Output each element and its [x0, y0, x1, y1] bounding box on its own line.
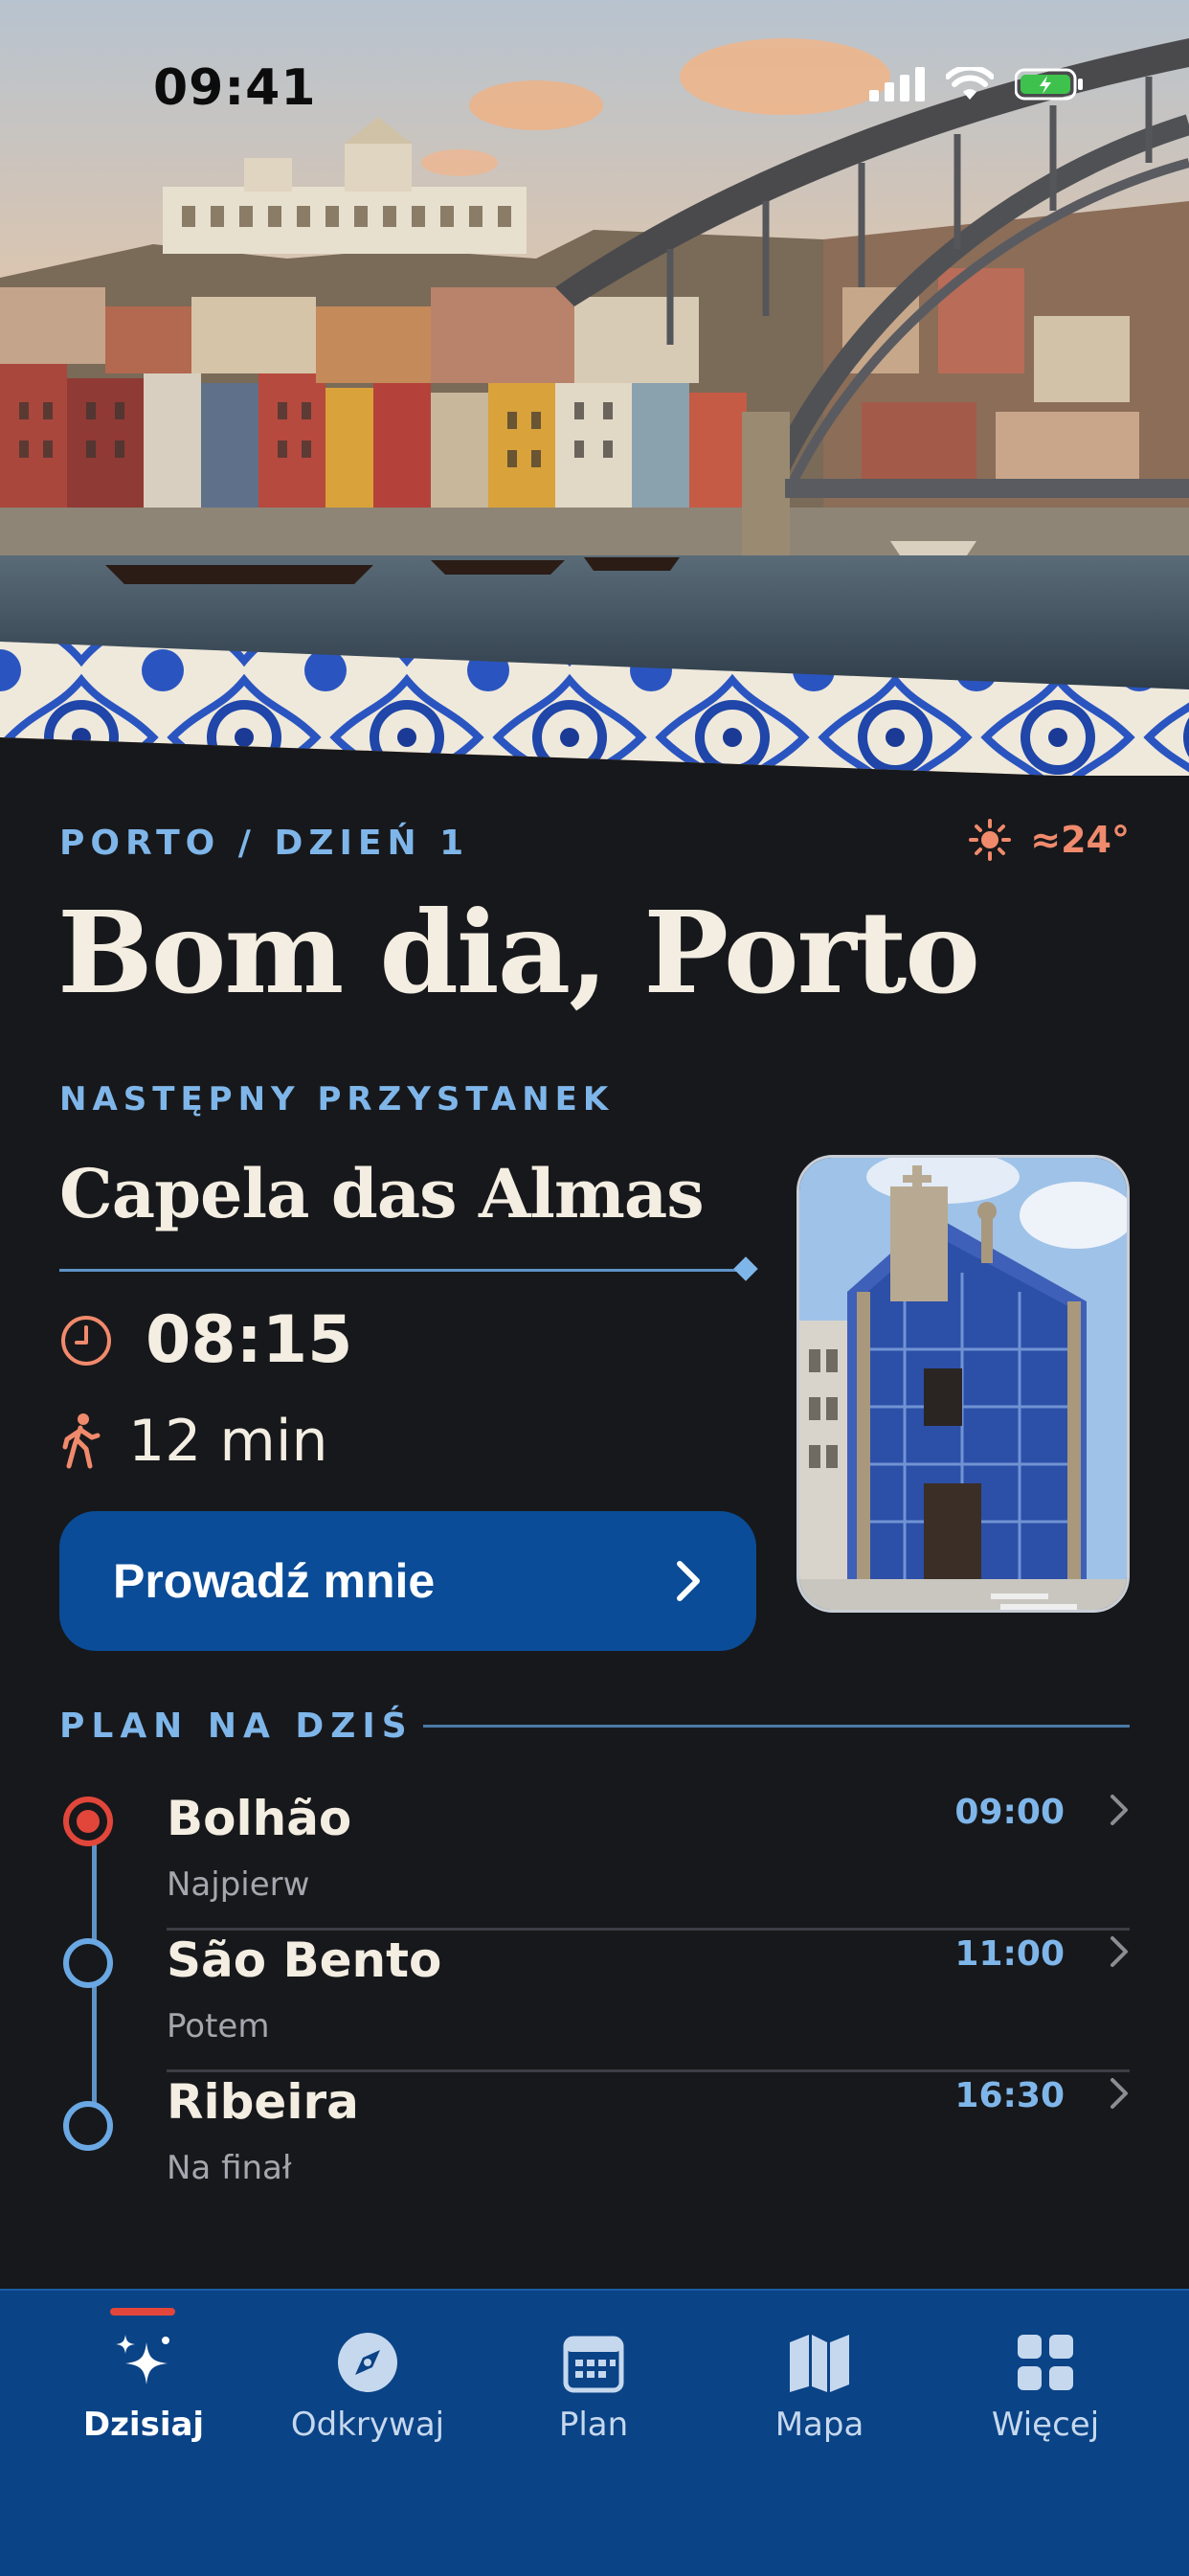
greeting-title: Bom dia, Porto: [57, 886, 980, 1019]
battery-icon: [1015, 68, 1083, 101]
next-stop-title[interactable]: Capela das Almas: [59, 1154, 705, 1233]
compass-icon: [338, 2333, 397, 2392]
weather-indicator[interactable]: ≈24°: [969, 819, 1130, 861]
plan-stop-time: 16:30: [954, 2076, 1065, 2115]
timeline-dot-active: [63, 1796, 113, 1846]
signal-icon: [869, 67, 925, 102]
trip-eyebrow: PORTO / DZIEŃ 1: [59, 824, 470, 863]
next-stop-time: 08:15: [146, 1302, 353, 1378]
chevron-right-icon: [1110, 1936, 1128, 1967]
guide-me-label: Prowadź mnie: [113, 1554, 436, 1608]
plan-label: PLAN NA DZIŚ: [59, 1706, 414, 1746]
divider: [59, 1269, 741, 1272]
plan-stop-time: 09:00: [954, 1793, 1065, 1832]
plan-stop-name: São Bento: [167, 1932, 442, 1988]
next-stop-photo[interactable]: [796, 1155, 1130, 1613]
timeline-dot: [63, 1938, 113, 1988]
chevron-right-icon: [1110, 2078, 1128, 2109]
sparkles-icon: [116, 2335, 169, 2384]
plan-stop-sub: Na finał: [167, 2149, 292, 2187]
tab-discover-label: Odkrywaj: [290, 2406, 445, 2444]
tab-plan-label: Plan: [558, 2406, 629, 2444]
chevron-right-icon: [677, 1561, 700, 1601]
clock-icon: [61, 1315, 111, 1366]
walk-icon: [62, 1413, 101, 1469]
active-tab-indicator: [110, 2308, 175, 2316]
plan-stop-name: Ribeira: [167, 2074, 359, 2130]
calendar-icon: [563, 2336, 624, 2393]
guide-me-button[interactable]: Prowadź mnie: [59, 1511, 756, 1651]
tab-today[interactable]: Dzisiaj: [48, 2329, 239, 2444]
wifi-icon: [946, 67, 994, 100]
plan-stop-item[interactable]: Ribeira Na finał 16:30: [59, 2063, 1130, 2204]
plan-stop-sub: Potem: [167, 2007, 270, 2045]
next-stop-label: NASTĘPNY PRZYSTANEK: [59, 1080, 615, 1119]
chevron-right-icon: [1110, 1795, 1128, 1825]
tab-map-label: Mapa: [774, 2406, 864, 2444]
plan-stop-item[interactable]: São Bento Potem 11:00: [59, 1921, 1130, 2072]
timeline-dot: [63, 2101, 113, 2151]
tab-today-label: Dzisiaj: [82, 2406, 205, 2444]
tab-more[interactable]: Więcej: [950, 2329, 1141, 2444]
temperature-label: ≈24°: [1030, 819, 1130, 861]
plan-stop-sub: Najpierw: [167, 1865, 310, 1904]
plan-stop-time: 11:00: [954, 1934, 1065, 1974]
status-icons: [869, 67, 1084, 102]
tab-bar: Dzisiaj Odkrywaj Plan Mapa Więcej: [0, 2289, 1189, 2576]
divider-diamond: [733, 1256, 758, 1281]
status-bar: 09:41: [0, 0, 1189, 117]
divider: [423, 1725, 1130, 1728]
tab-map[interactable]: Mapa: [724, 2329, 915, 2444]
tab-plan[interactable]: Plan: [498, 2329, 689, 2444]
grid-icon: [1018, 2335, 1073, 2390]
tab-discover[interactable]: Odkrywaj: [272, 2329, 463, 2444]
map-icon: [790, 2335, 849, 2392]
plan-stop-name: Bolhão: [167, 1791, 352, 1846]
next-stop-time-row: 08:15: [59, 1302, 352, 1378]
plan-stop-item[interactable]: Bolhão Najpierw 09:00: [59, 1779, 1130, 1931]
walking-time: 12 min: [128, 1408, 328, 1475]
walking-time-row: 12 min: [59, 1408, 328, 1475]
status-time: 09:41: [153, 59, 317, 117]
tab-more-label: Więcej: [991, 2406, 1100, 2444]
sun-icon: [969, 819, 1012, 861]
